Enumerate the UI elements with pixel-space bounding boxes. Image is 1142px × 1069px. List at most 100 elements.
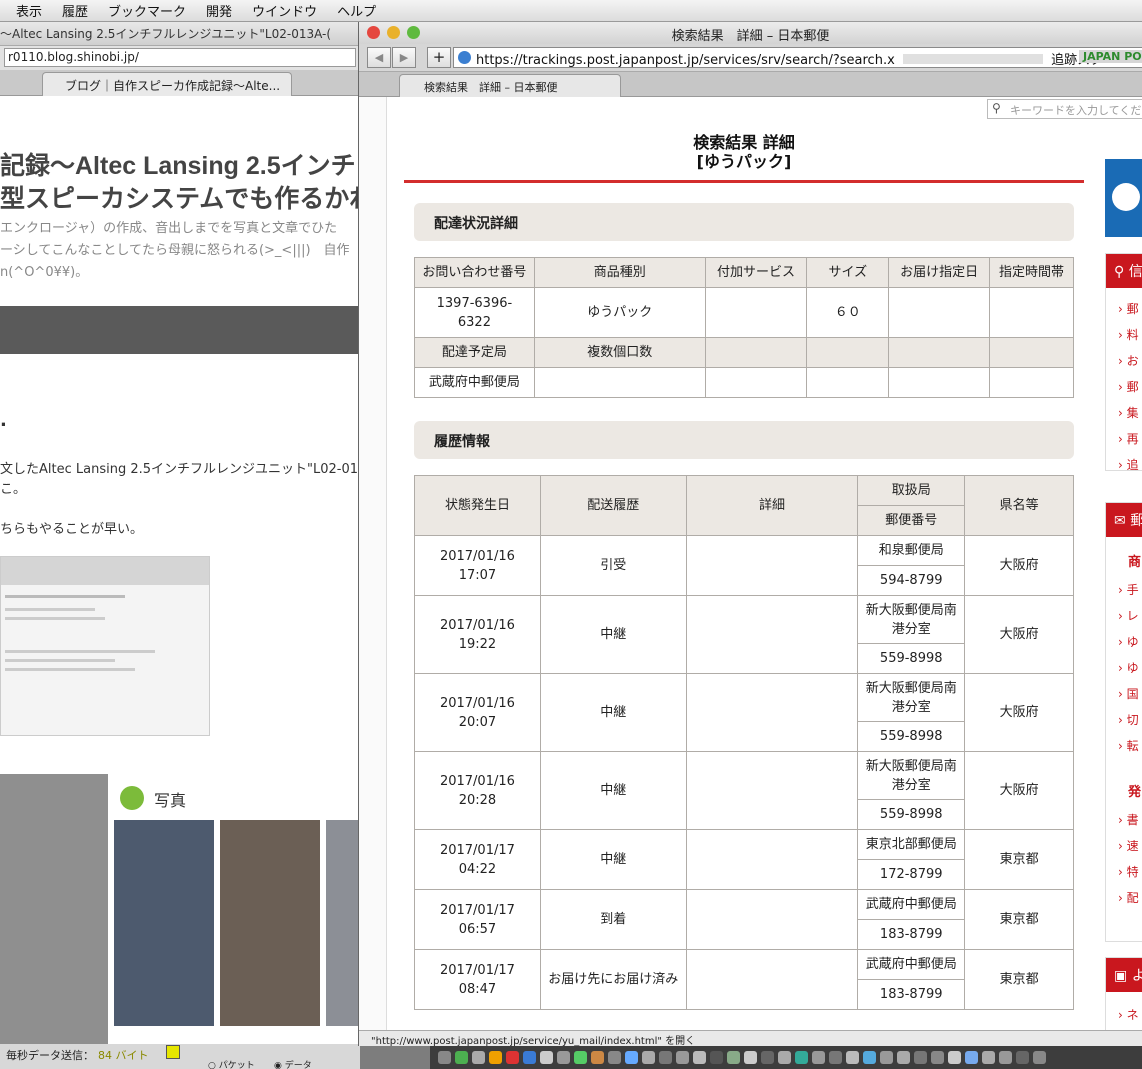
sidebar-link[interactable]: › 手 [1118,581,1139,598]
dock-app-icon[interactable] [1016,1051,1029,1064]
bg-body-2: こ。 [0,482,27,497]
sidebar-link[interactable]: › ゆ [1118,633,1139,650]
sidebar-link[interactable]: › 再 [1118,430,1139,447]
zoom-button[interactable] [407,26,420,39]
handling-office: 東京北部郵便局 [857,829,966,860]
dock-app-icon[interactable] [829,1051,842,1064]
sidebar-link[interactable]: › 追 [1118,456,1139,473]
status-date: 2017/01/17 08:47 [414,949,541,1010]
dock-app-icon[interactable] [778,1051,791,1064]
sidebar-link[interactable]: › 書 [1118,811,1139,828]
tracking-number: 1397-6396- 6322 [414,287,535,338]
postal-code: 172-8799 [857,859,966,890]
dock-app-icon[interactable] [574,1051,587,1064]
menu-help[interactable]: ヘルプ [337,1,376,20]
dock-app-icon[interactable] [625,1051,638,1064]
menu-develop[interactable]: 開発 [206,1,232,20]
sidebar-link[interactable]: › 配 [1118,889,1139,906]
sidebar-link[interactable]: › ネ [1118,1006,1139,1023]
dock-app-icon[interactable] [455,1051,468,1064]
dock-app-icon[interactable] [863,1051,876,1064]
dock-app-icon[interactable] [795,1051,808,1064]
left-gutter [359,97,387,1037]
dock-app-icon[interactable] [676,1051,689,1064]
bg-url-field[interactable]: r0110.blog.shinobi.jp/ [4,48,356,67]
dock-app-icon[interactable] [438,1051,451,1064]
active-tab[interactable]: 検索結果 詳細 – 日本郵便 [399,74,621,97]
photo-thumb[interactable] [326,820,360,1026]
dock-app-icon[interactable] [999,1051,1012,1064]
dock-app-icon[interactable] [948,1051,961,1064]
delivery-event: 中継 [539,595,687,674]
dock-app-icon[interactable] [710,1051,723,1064]
sidebar-link[interactable]: › 郵 [1118,300,1139,317]
dock-app-icon[interactable] [557,1051,570,1064]
sidebar-mail-tab: ✉ 郵 [1106,503,1142,537]
menu-view[interactable]: 表示 [16,1,42,20]
sidebar-link[interactable]: › レ [1118,607,1139,624]
dock-app-icon[interactable] [591,1051,604,1064]
dock-app-icon[interactable] [1033,1051,1046,1064]
dock-app-icon[interactable] [659,1051,672,1064]
page-title-line2: [ゆうパック] [696,152,792,171]
forward-button[interactable]: ▶ [392,47,416,68]
dock-app-icon[interactable] [744,1051,757,1064]
dock-app-icon[interactable] [965,1051,978,1064]
dock-app-icon[interactable] [506,1051,519,1064]
dock-app-icon[interactable] [761,1051,774,1064]
dock-app-icon[interactable] [523,1051,536,1064]
background-browser-window: 〜Altec Lansing 2.5インチフルレンジユニット"L02-013A-… [0,22,360,774]
dock-app-icon[interactable] [812,1051,825,1064]
page-title-line1: 検索結果 詳細 [693,133,795,152]
sidebar-link[interactable]: › 料 [1118,326,1139,343]
menu-window[interactable]: ウインドウ [252,1,317,20]
menu-history[interactable]: 履歴 [62,1,88,20]
dock-app-icon[interactable] [914,1051,927,1064]
right-sidebar: ⚲ 信 › 郵 › 料 › お › 郵 › 集 › 再 › 追 ✉ 郵 商 › 手 › レ › … [1105,97,1142,1037]
dock-app-icon[interactable] [897,1051,910,1064]
sidebar-link[interactable]: › 特 [1118,863,1139,880]
dock-app-icon[interactable] [846,1051,859,1064]
radio-data[interactable]: ◉ データ [274,1058,312,1069]
minimize-button[interactable] [387,26,400,39]
sidebar-link[interactable]: › ゆ [1118,659,1139,676]
table-row: 2017/01/17 04:22 中継 東京北部郵便局 東京都 [414,829,1074,890]
menu-bookmarks[interactable]: ブックマーク [108,1,186,20]
dock-app-icon[interactable] [540,1051,553,1064]
sidebar-link[interactable]: › 切 [1118,711,1139,728]
close-button[interactable] [367,26,380,39]
dock-app-icon[interactable] [727,1051,740,1064]
sidebar-link[interactable]: › 集 [1118,404,1139,421]
photo-thumb[interactable] [114,820,214,1026]
dock-app-icon[interactable] [693,1051,706,1064]
bg-dark-bar [0,306,360,354]
delivery-event: 到着 [539,889,687,950]
dock-app-icon[interactable] [931,1051,944,1064]
member-banner[interactable] [1105,159,1142,237]
dock-app-icon[interactable] [982,1051,995,1064]
sidebar-link[interactable]: › 郵 [1118,378,1139,395]
dock-app-icon[interactable] [608,1051,621,1064]
sidebar-link[interactable]: › 国 [1118,685,1139,702]
postal-code: 183-8799 [857,919,966,950]
col-header: 郵便番号 [857,505,966,536]
sidebar-link[interactable]: › 速 [1118,837,1139,854]
delivery-event: 引受 [539,535,687,596]
table-row: 2017/01/16 20:07 中継 新大阪郵便局南 港分室 大阪府 [414,673,1074,752]
photo-thumb[interactable] [220,820,320,1026]
event-detail [685,889,859,950]
toolbar: ◀ ▶ + https://trackings.post.japanpost.j… [359,44,1142,72]
prefecture: 東京都 [964,949,1074,1010]
col-header: お届け指定日 [888,257,991,288]
radio-packet[interactable]: ○ パケット [208,1058,255,1069]
sidebar-link[interactable]: › 転 [1118,737,1139,754]
bg-tab[interactable]: ブログ｜自作スピーカ作成記録〜Alte... [42,72,292,96]
sidebar-link[interactable]: › お [1118,352,1139,369]
dock-app-icon[interactable] [489,1051,502,1064]
back-button[interactable]: ◀ [367,47,391,68]
url-field[interactable]: https://trackings.post.japanpost.jp/serv… [453,47,1142,68]
add-bookmark-button[interactable]: + [427,47,451,68]
dock-app-icon[interactable] [880,1051,893,1064]
dock-app-icon[interactable] [472,1051,485,1064]
dock-app-icon[interactable] [642,1051,655,1064]
